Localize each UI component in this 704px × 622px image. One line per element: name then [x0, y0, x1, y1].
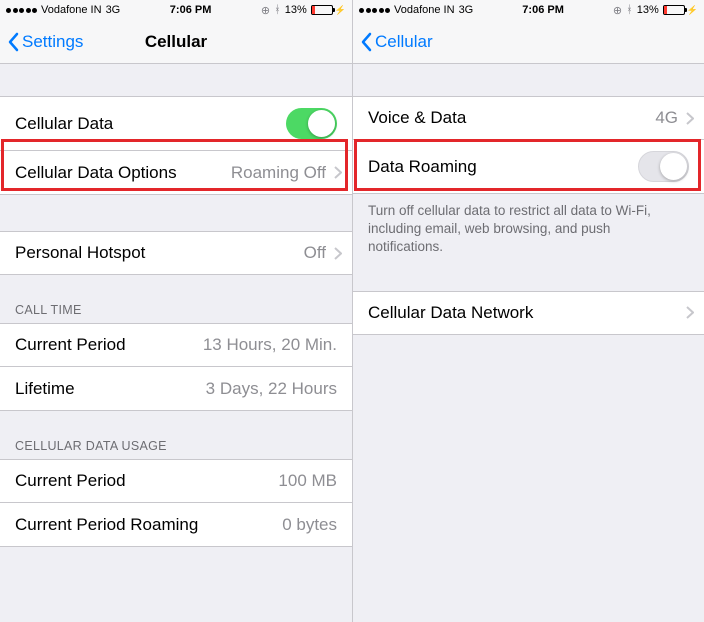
row-label: Current Period [15, 335, 126, 355]
back-label: Settings [22, 32, 83, 52]
chevron-right-icon [686, 306, 694, 319]
charging-icon: ⚡ [687, 5, 698, 16]
row-label: Current Period Roaming [15, 515, 198, 535]
row-voice-data[interactable]: Voice & Data 4G [353, 96, 704, 140]
nav-bar: Settings Cellular [0, 20, 352, 64]
row-cellular-data-network[interactable]: Cellular Data Network [353, 291, 704, 335]
section-header-data-usage: CELLULAR DATA USAGE [0, 411, 352, 459]
row-usage-current-period: Current Period 100 MB [0, 459, 352, 503]
back-button[interactable]: Cellular [361, 32, 433, 52]
carrier-label: Vodafone IN [394, 4, 455, 16]
battery-icon [663, 5, 685, 15]
section-header-call-time: CALL TIME [0, 275, 352, 323]
row-label: Voice & Data [368, 108, 466, 128]
signal-dots-icon [359, 8, 390, 13]
charging-icon: ⚡ [335, 5, 346, 16]
row-value: 3 Days, 22 Hours [206, 379, 337, 399]
row-label: Cellular Data Network [368, 303, 533, 323]
row-value: 0 bytes [282, 515, 337, 535]
row-value: 100 MB [278, 471, 337, 491]
network-label: 3G [459, 4, 474, 16]
chevron-left-icon [361, 32, 373, 52]
network-label: 3G [106, 4, 121, 16]
row-cellular-data-options[interactable]: Cellular Data Options Roaming Off [0, 151, 352, 195]
toggle-cellular-data[interactable] [286, 108, 337, 139]
battery-pct-label: 13% [637, 4, 659, 16]
row-label: Data Roaming [368, 157, 477, 177]
orientation-lock-icon: ⊕ [613, 4, 622, 17]
row-cellular-data[interactable]: Cellular Data [0, 96, 352, 151]
battery-icon [311, 5, 333, 15]
row-value: 4G [655, 108, 678, 128]
page-title: Cellular [145, 32, 207, 52]
row-value: Off [304, 243, 326, 263]
row-data-roaming[interactable]: Data Roaming [353, 140, 704, 194]
nav-bar: Cellular [353, 20, 704, 64]
chevron-right-icon [334, 247, 342, 260]
row-call-current-period: Current Period 13 Hours, 20 Min. [0, 323, 352, 367]
carrier-label: Vodafone IN [41, 4, 102, 16]
chevron-left-icon [8, 32, 20, 52]
bluetooth-icon: ᚼ [274, 4, 281, 16]
back-button[interactable]: Settings [8, 32, 83, 52]
pane-cellular: Vodafone IN 3G 7:06 PM ⊕ ᚼ 13% ⚡ Setting… [0, 0, 352, 622]
status-bar: Vodafone IN 3G 7:06 PM ⊕ ᚼ 13% ⚡ [353, 0, 704, 20]
chevron-right-icon [686, 112, 694, 125]
row-value: 13 Hours, 20 Min. [203, 335, 337, 355]
orientation-lock-icon: ⊕ [261, 4, 270, 17]
status-bar: Vodafone IN 3G 7:06 PM ⊕ ᚼ 13% ⚡ [0, 0, 352, 20]
battery-pct-label: 13% [285, 4, 307, 16]
clock-label: 7:06 PM [170, 4, 212, 16]
row-label: Current Period [15, 471, 126, 491]
back-label: Cellular [375, 32, 433, 52]
footer-text: Turn off cellular data to restrict all d… [353, 194, 704, 269]
row-label: Cellular Data Options [15, 163, 177, 183]
row-label: Personal Hotspot [15, 243, 145, 263]
pane-cellular-options: Vodafone IN 3G 7:06 PM ⊕ ᚼ 13% ⚡ Cellula… [352, 0, 704, 622]
toggle-data-roaming[interactable] [638, 151, 689, 182]
row-label: Lifetime [15, 379, 75, 399]
row-label: Cellular Data [15, 114, 113, 134]
row-usage-roaming: Current Period Roaming 0 bytes [0, 503, 352, 547]
row-value: Roaming Off [231, 163, 326, 183]
signal-dots-icon [6, 8, 37, 13]
chevron-right-icon [334, 166, 342, 179]
row-personal-hotspot[interactable]: Personal Hotspot Off [0, 231, 352, 275]
clock-label: 7:06 PM [522, 4, 564, 16]
row-call-lifetime: Lifetime 3 Days, 22 Hours [0, 367, 352, 411]
bluetooth-icon: ᚼ [626, 4, 633, 16]
